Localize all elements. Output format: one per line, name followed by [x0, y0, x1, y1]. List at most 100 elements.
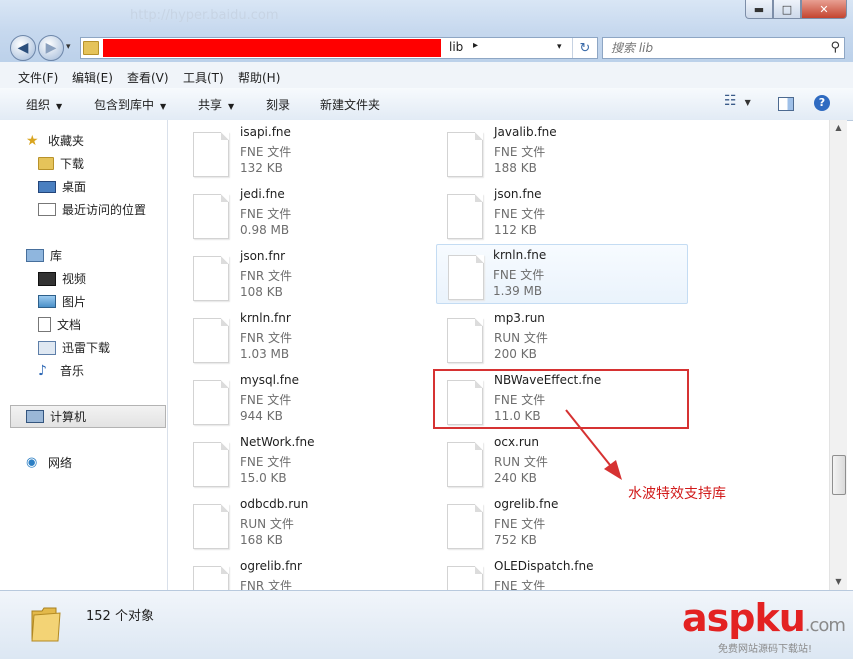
file-icon [193, 318, 229, 363]
file-item[interactable]: odbcdb.run RUN 文件 168 KB [170, 494, 420, 552]
menu-file[interactable]: 文件(F) [18, 69, 58, 86]
file-icon [447, 318, 483, 363]
file-item[interactable]: isapi.fne FNE 文件 132 KB [170, 122, 420, 180]
file-name: ocx.run [494, 435, 539, 449]
address-dropdown-icon[interactable]: ▾ [557, 42, 562, 52]
file-item[interactable]: jedi.fne FNE 文件 0.98 MB [170, 184, 420, 242]
share-button[interactable]: 共享 ▼ [198, 96, 234, 113]
recent-pages-dropdown[interactable]: ▾ [66, 42, 71, 52]
file-item[interactable]: mysql.fne FNE 文件 944 KB [170, 370, 420, 428]
scroll-down-arrow-icon[interactable]: ▼ [830, 574, 847, 590]
forward-button[interactable]: ▶ [38, 35, 64, 61]
nav-desktop[interactable]: 桌面 [38, 178, 86, 195]
menu-edit[interactable]: 编辑(E) [72, 69, 113, 86]
include-in-library-button[interactable]: 包含到库中 ▼ [94, 96, 166, 113]
file-type: FNE 文件 [494, 207, 546, 221]
minimize-button[interactable]: ▬ [745, 0, 773, 19]
file-type: FNE 文件 [494, 145, 546, 159]
burn-button[interactable]: 刻录 [266, 96, 290, 113]
search-box[interactable]: ⚲ [602, 37, 845, 59]
file-name: mysql.fne [240, 373, 300, 387]
share-label: 共享 [198, 98, 223, 112]
file-item[interactable]: json.fne FNE 文件 112 KB [424, 184, 674, 242]
close-button[interactable]: ✕ [801, 0, 847, 19]
command-bar: 组织 ▼ 包含到库中 ▼ 共享 ▼ 刻录 新建文件夹 ☷ ▼ ? [0, 88, 853, 121]
nav-downloads[interactable]: 下载 [38, 155, 84, 172]
file-item[interactable]: krnln.fnr FNR 文件 1.03 MB [170, 308, 420, 366]
file-list: isapi.fne FNE 文件 132 KB Javalib.fne FNE 文件 1… [168, 120, 829, 590]
preview-pane-icon[interactable] [778, 97, 794, 111]
watermark-brand: aspku [682, 596, 806, 640]
file-type: FNR 文件 [240, 579, 293, 590]
back-button[interactable]: ◀ [10, 35, 36, 61]
nav-pictures[interactable]: 图片 [38, 293, 86, 310]
file-type: FNE 文件 [240, 207, 292, 221]
desktop-icon [38, 180, 56, 193]
file-name: json.fne [494, 187, 542, 201]
maximize-button[interactable]: □ [773, 0, 801, 19]
title-bar: http://hyper.baidu.com ▬ □ ✕ [0, 0, 853, 32]
file-type: FNE 文件 [240, 145, 292, 159]
folder-icon [83, 41, 99, 55]
network-icon: ◉ [26, 454, 38, 470]
breadcrumb-arrow-icon[interactable]: ▸ [473, 40, 478, 51]
breadcrumb-lib[interactable]: lib [449, 40, 463, 54]
minimize-icon: ▬ [753, 2, 765, 16]
refresh-icon: ↻ [579, 40, 591, 56]
refresh-button[interactable]: ↻ [572, 38, 597, 58]
search-input[interactable] [609, 40, 813, 56]
file-type: FNE 文件 [493, 268, 545, 282]
close-icon: ✕ [819, 2, 829, 16]
nav-thunder-downloads[interactable]: 迅雷下载 [38, 339, 110, 356]
file-item[interactable]: Javalib.fne FNE 文件 188 KB [424, 122, 674, 180]
file-size: 1.39 MB [493, 284, 543, 298]
file-size: 240 KB [494, 471, 537, 485]
nav-computer[interactable]: 计算机 [26, 408, 86, 425]
nav-network[interactable]: ◉ 网络 [26, 454, 72, 471]
file-size: 0.98 MB [240, 223, 290, 237]
menu-bar: 文件(F) 编辑(E) 查看(V) 工具(T) 帮助(H) [0, 62, 853, 89]
menu-tools[interactable]: 工具(T) [183, 69, 224, 86]
window-controls: ▬ □ ✕ [745, 0, 847, 19]
nav-label: 图片 [62, 295, 87, 309]
file-type: RUN 文件 [494, 455, 548, 469]
music-icon: ♪ [38, 362, 47, 379]
nav-music[interactable]: ♪ 音乐 [38, 362, 84, 379]
menu-help[interactable]: 帮助(H) [238, 69, 280, 86]
new-folder-button[interactable]: 新建文件夹 [320, 96, 380, 113]
nav-favorites[interactable]: ★ 收藏夹 [26, 132, 84, 149]
vertical-scrollbar[interactable]: ▲ ▼ [829, 120, 847, 590]
file-icon [447, 566, 483, 590]
file-name: krnln.fne [493, 248, 547, 262]
dropdown-arrow-icon: ▼ [56, 102, 63, 111]
nav-recent-places[interactable]: 最近访问的位置 [38, 201, 146, 218]
menu-view[interactable]: 查看(V) [127, 69, 169, 86]
file-item[interactable]: ogrelib.fnr FNR 文件 [170, 556, 420, 590]
organize-button[interactable]: 组织 ▼ [26, 96, 62, 113]
file-icon [447, 194, 483, 239]
search-icon[interactable]: ⚲ [830, 40, 840, 55]
file-item[interactable]: mp3.run RUN 文件 200 KB [424, 308, 674, 366]
file-icon [193, 194, 229, 239]
help-icon[interactable]: ? [814, 95, 830, 111]
change-view-button[interactable]: ☷ ▼ [724, 93, 751, 109]
file-item[interactable]: json.fnr FNR 文件 108 KB [170, 246, 420, 304]
file-name: Javalib.fne [494, 125, 557, 139]
nav-documents[interactable]: 文档 [38, 316, 81, 333]
file-item-hovered[interactable]: krnln.fne FNE 文件 1.39 MB [436, 244, 688, 304]
file-item[interactable]: OLEDispatch.fne FNE 文件 [424, 556, 674, 590]
file-name: OLEDispatch.fne [494, 559, 594, 573]
nav-libraries[interactable]: 库 [26, 247, 62, 264]
file-size: 200 KB [494, 347, 537, 361]
nav-label: 收藏夹 [48, 134, 85, 148]
file-icon [193, 442, 229, 487]
file-size: 168 KB [240, 533, 283, 547]
scroll-up-arrow-icon[interactable]: ▲ [830, 120, 847, 136]
scrollbar-thumb[interactable] [832, 455, 846, 495]
file-item[interactable]: ocx.run RUN 文件 240 KB [424, 432, 674, 490]
address-bar[interactable]: lib ▸ ▾ ↻ [80, 37, 598, 59]
nav-videos[interactable]: 视频 [38, 270, 86, 287]
file-size: 108 KB [240, 285, 283, 299]
file-item[interactable]: NetWork.fne FNE 文件 15.0 KB [170, 432, 420, 490]
file-name: mp3.run [494, 311, 545, 325]
